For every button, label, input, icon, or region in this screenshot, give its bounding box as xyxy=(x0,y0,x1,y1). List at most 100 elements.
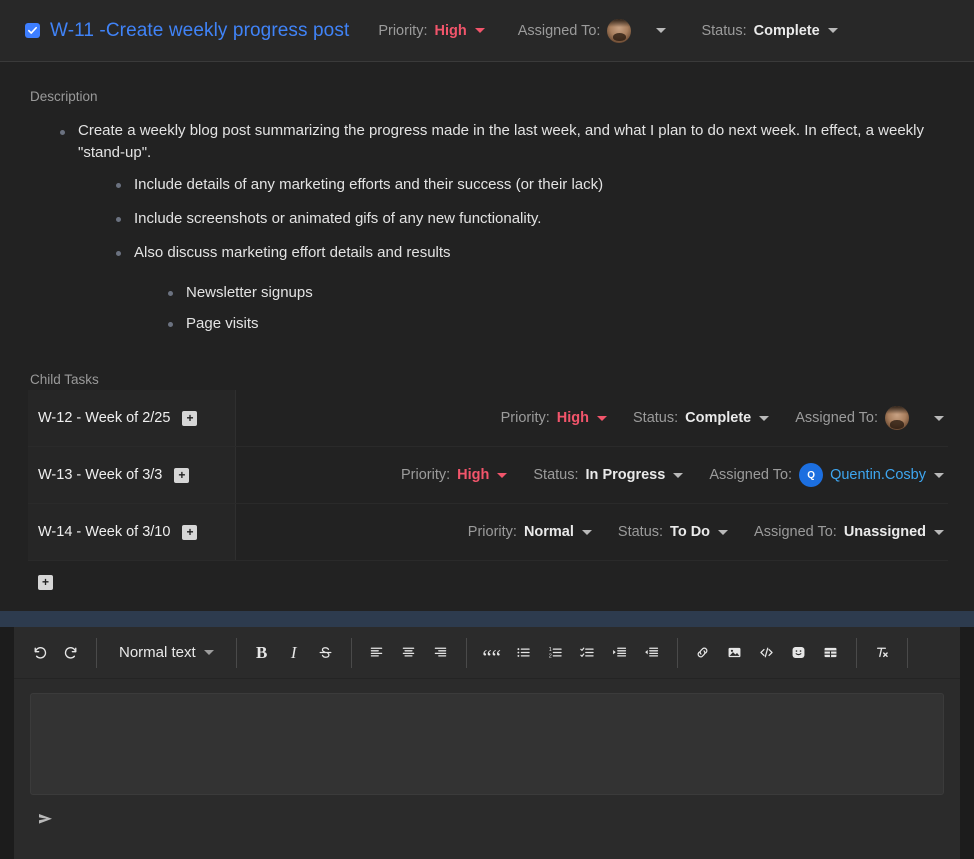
task-complete-checkbox[interactable] xyxy=(25,23,40,38)
toolbar-divider xyxy=(906,637,908,668)
child-task-key[interactable]: W-14 - Week of 3/10 xyxy=(38,524,170,540)
child-tasks-section-label: Child Tasks xyxy=(30,372,99,387)
list-item: Also discuss marketing effort details an… xyxy=(112,242,946,335)
emoji-icon[interactable] xyxy=(784,638,814,668)
bullet-list-icon[interactable] xyxy=(509,638,539,668)
child-priority-value[interactable]: High xyxy=(457,467,489,483)
header-assignee-label: Assigned To: xyxy=(517,22,601,39)
avatar[interactable] xyxy=(885,406,909,430)
italic-icon[interactable]: I xyxy=(279,638,309,668)
numbered-list-icon[interactable]: 1 2 xyxy=(541,638,571,668)
child-status-value[interactable]: In Progress xyxy=(586,467,666,483)
undo-icon[interactable] xyxy=(24,638,54,668)
child-status-label: Status: xyxy=(533,467,579,483)
child-priority-field: Priority: Normal xyxy=(468,524,592,540)
chevron-down-icon[interactable] xyxy=(759,415,770,421)
child-task-fields: Priority: High Status: In Progress Assig… xyxy=(236,463,948,487)
child-priority-value[interactable]: Normal xyxy=(524,524,574,540)
header-status-value[interactable]: Complete xyxy=(754,23,820,39)
child-task-fields: Priority: High Status: Complete Assigned… xyxy=(236,406,948,430)
list-item: Page visits xyxy=(164,313,946,335)
chevron-down-icon[interactable] xyxy=(597,415,608,421)
child-task-key-cell[interactable]: W-13 - Week of 3/3 + xyxy=(28,447,236,503)
link-icon[interactable] xyxy=(688,638,718,668)
send-icon[interactable] xyxy=(36,809,58,829)
blockquote-icon[interactable]: ““ xyxy=(477,634,507,672)
child-status-value[interactable]: Complete xyxy=(685,410,751,426)
table-row: W-13 - Week of 3/3 + Priority: High Stat… xyxy=(28,447,948,504)
child-assignee-field: Assigned To: Unassigned xyxy=(754,524,944,540)
toolbar-divider xyxy=(465,637,467,668)
header-status-field: Status: Complete xyxy=(701,23,838,39)
child-task-key[interactable]: W-12 - Week of 2/25 xyxy=(38,410,170,426)
panel-separator xyxy=(0,611,974,627)
header-priority-field: Priority: High xyxy=(378,22,485,39)
bold-icon[interactable]: B xyxy=(247,638,277,668)
indent-icon[interactable] xyxy=(605,638,635,668)
chevron-down-icon[interactable] xyxy=(718,529,729,535)
child-task-key-cell[interactable]: W-14 - Week of 3/10 + xyxy=(28,504,236,560)
toolbar-divider xyxy=(96,637,97,668)
description-text: Create a weekly blog post summarizing th… xyxy=(78,122,925,161)
expand-child-task-button[interactable]: + xyxy=(174,467,190,483)
toolbar-divider xyxy=(235,637,237,668)
child-status-field: Status: To Do xyxy=(617,524,729,540)
child-priority-label: Priority: xyxy=(401,467,451,483)
avatar[interactable]: Q xyxy=(799,463,824,487)
child-assignee-value[interactable]: Quentin.Cosby xyxy=(830,467,926,483)
align-left-icon[interactable] xyxy=(362,638,392,668)
svg-text:2: 2 xyxy=(549,654,552,660)
child-status-label: Status: xyxy=(617,524,664,540)
add-child-task-button[interactable]: + xyxy=(38,574,53,590)
chevron-down-icon[interactable] xyxy=(581,529,592,535)
chevron-down-icon[interactable] xyxy=(497,472,508,478)
child-assignee-label: Assigned To: xyxy=(754,524,837,540)
header-priority-value[interactable]: High xyxy=(434,23,466,39)
comment-input[interactable] xyxy=(30,693,944,795)
text-style-dropdown[interactable]: Normal text xyxy=(107,638,226,668)
clear-formatting-icon[interactable] xyxy=(867,638,897,668)
expand-child-task-button[interactable]: + xyxy=(182,524,198,540)
child-task-fields: Priority: Normal Status: To Do Assigned … xyxy=(236,524,948,540)
outdent-icon[interactable] xyxy=(637,638,667,668)
page-title[interactable]: W-11 -Create weekly progress post xyxy=(50,20,349,42)
chevron-down-icon[interactable] xyxy=(934,415,944,421)
table-icon[interactable] xyxy=(816,638,846,668)
header-priority-label: Priority: xyxy=(378,22,428,39)
avatar[interactable] xyxy=(607,18,632,43)
child-status-value[interactable]: To Do xyxy=(670,524,710,540)
child-assignee-label: Assigned To: xyxy=(709,467,793,483)
child-task-key[interactable]: W-13 - Week of 3/3 xyxy=(38,467,162,483)
child-priority-value[interactable]: High xyxy=(557,410,589,426)
redo-icon[interactable] xyxy=(56,638,86,668)
chevron-down-icon[interactable] xyxy=(934,472,944,478)
description-text: Include screenshots or animated gifs of … xyxy=(134,210,542,227)
child-status-field: Status: Complete xyxy=(633,410,770,426)
chevron-down-icon xyxy=(203,650,214,655)
editor-actions xyxy=(14,795,960,829)
code-icon[interactable] xyxy=(752,638,782,668)
child-status-label: Status: xyxy=(633,410,679,426)
strikethrough-icon[interactable] xyxy=(311,638,341,668)
child-priority-label: Priority: xyxy=(500,410,550,426)
align-center-icon[interactable] xyxy=(394,638,424,668)
child-task-key-cell[interactable]: W-12 - Week of 2/25 + xyxy=(28,390,236,446)
chevron-down-icon[interactable] xyxy=(934,529,944,535)
table-row: W-12 - Week of 2/25 + Priority: High Sta… xyxy=(28,390,948,447)
chevron-down-icon[interactable] xyxy=(656,28,667,33)
chevron-down-icon[interactable] xyxy=(474,28,485,33)
toolbar-divider xyxy=(676,637,678,668)
chevron-down-icon[interactable] xyxy=(673,472,684,478)
comment-editor-panel: Normal text B I ““ 1 2 xyxy=(14,627,960,859)
image-icon[interactable] xyxy=(720,638,750,668)
header-assignee-field: Assigned To: xyxy=(517,18,667,43)
checklist-icon[interactable] xyxy=(573,638,603,668)
child-assignee-label: Assigned To: xyxy=(795,410,878,426)
chevron-down-icon[interactable] xyxy=(827,28,838,33)
child-assignee-field: Assigned To: xyxy=(795,406,944,430)
expand-child-task-button[interactable]: + xyxy=(182,410,198,426)
description-section-label: Description xyxy=(30,89,98,104)
svg-text:1: 1 xyxy=(549,647,552,653)
align-right-icon[interactable] xyxy=(426,638,456,668)
child-assignee-value[interactable]: Unassigned xyxy=(844,524,926,540)
